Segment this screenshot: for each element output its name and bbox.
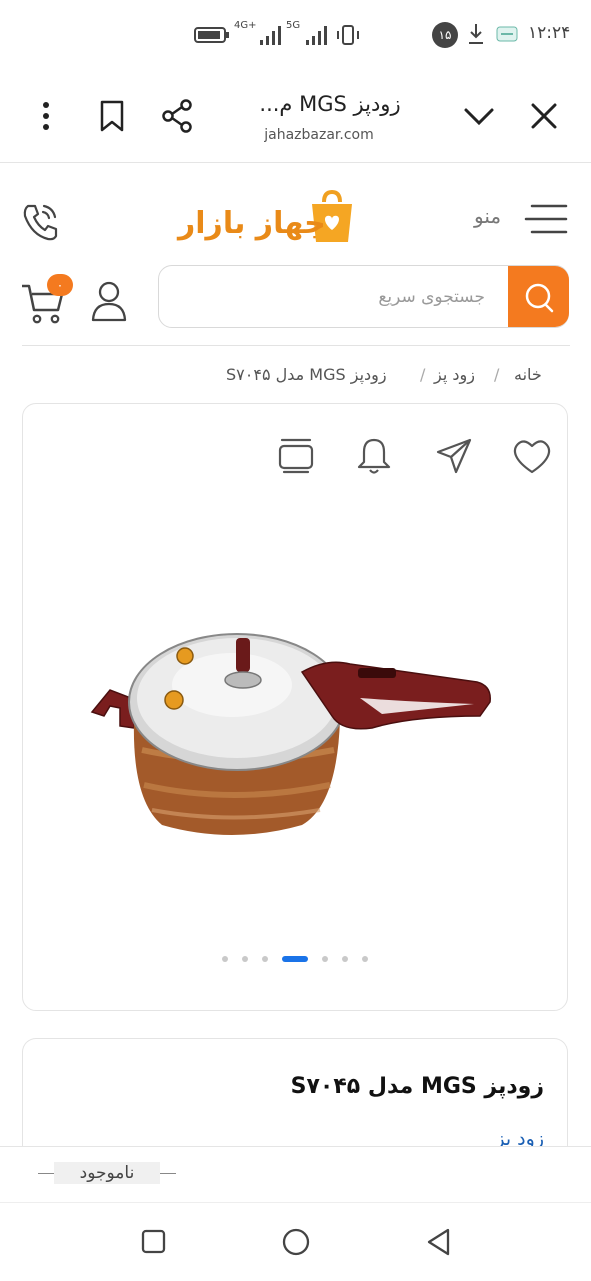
send-share-icon[interactable] [434,436,474,476]
signal-icon [260,26,281,45]
heart-favorite-icon[interactable] [510,436,554,476]
download-icon [469,24,483,44]
bookmark-icon[interactable] [98,100,126,132]
site-logo[interactable]: جهاز بازار [176,190,366,250]
breadcrumb-current: زودپز MGS مدل S۷۰۴۵ [226,365,387,384]
gallery-dot[interactable] [262,956,268,962]
browser-toolbar [0,70,591,163]
chevron-down-icon[interactable] [462,104,496,128]
product-category-link[interactable]: زود پز [430,1128,544,1146]
breadcrumb: خانه / زود پز / زودپز MGS مدل S۷۰۴۵ [220,362,548,388]
availability-status: ناموجود [54,1162,160,1184]
product-image-pressure-cooker[interactable] [82,620,502,850]
battery-icon [194,27,229,43]
status-bar: 4G+ 5G ۱۵ ۱۲:۲۴ [0,0,591,70]
compare-icon[interactable] [276,436,316,476]
vibrate-icon [337,25,359,45]
cart-count-badge: ۰ [47,274,73,296]
gallery-dot[interactable] [342,956,348,962]
product-title: زودپز MGS مدل S۷۰۴۵ [290,1074,544,1099]
search-icon [525,283,554,313]
header-divider [22,345,570,346]
breadcrumb-separator: / [494,365,500,384]
share-icon[interactable] [160,98,194,134]
hamburger-menu-icon[interactable] [524,202,568,236]
gallery-dot-active[interactable] [282,956,308,962]
clock: ۱۲:۲۴ [528,23,571,43]
user-account-icon[interactable] [90,280,128,322]
gallery-dot[interactable] [362,956,368,962]
network-label-1: 4G+ [234,20,257,31]
notification-badge: ۱۵ [432,22,458,48]
logo-text: جهاز بازار [178,206,326,241]
back-icon[interactable] [424,1226,454,1258]
breadcrumb-separator-2: / [420,365,426,384]
availability-line-left [38,1173,54,1174]
close-icon[interactable] [530,102,558,130]
gallery-pagination[interactable] [222,950,372,968]
phone-icon[interactable] [20,200,60,242]
search-placeholder[interactable]: جستجوی سریع [340,287,485,307]
more-options-icon[interactable] [36,100,56,132]
gallery-dot[interactable] [322,956,328,962]
search-button[interactable] [508,266,569,327]
availability-line-right [160,1173,176,1174]
network-label-2: 5G [286,20,301,31]
home-icon[interactable] [280,1226,312,1258]
browser-url[interactable]: jahazbazar.com [254,127,384,143]
recent-apps-icon[interactable] [140,1228,168,1256]
bell-icon[interactable] [356,436,392,476]
browser-page-title: زودپز MGS م... [259,92,401,116]
gallery-dot[interactable] [222,956,228,962]
menu-label[interactable]: منو [474,204,501,228]
app-notification-icon [496,26,518,42]
signal-icon-2 [306,26,327,45]
breadcrumb-category[interactable]: زود پز [434,365,475,384]
gallery-dot[interactable] [242,956,248,962]
breadcrumb-home[interactable]: خانه [514,365,542,384]
